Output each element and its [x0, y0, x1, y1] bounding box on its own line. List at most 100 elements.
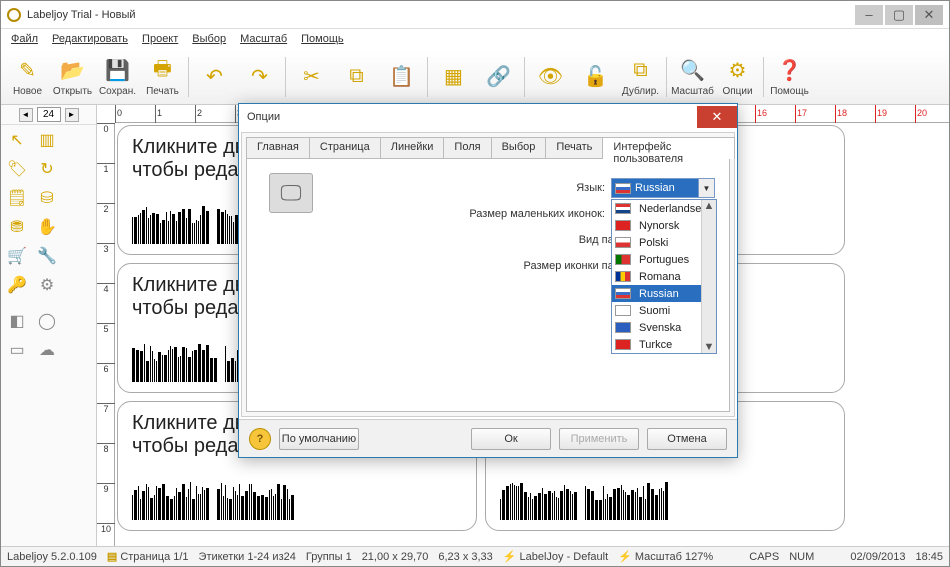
ruler-tick: 6: [97, 363, 115, 374]
toolbar-redo[interactable]: ↷: [237, 51, 282, 103]
toolbar-paste[interactable]: 📋: [379, 51, 424, 103]
tab-rulers[interactable]: Линейки: [380, 137, 445, 159]
menu-help[interactable]: Помощь: [295, 31, 350, 47]
ruler-tick: 1: [97, 163, 115, 174]
lang-option-label: Polski: [639, 237, 668, 249]
dialog-titlebar[interactable]: Опции ✕: [239, 104, 737, 130]
redo-icon: ↷: [246, 63, 274, 91]
scroll-up-icon[interactable]: ▲: [704, 200, 715, 212]
undo-icon: ↶: [201, 63, 229, 91]
titlebar: Labeljoy Trial - Новый – ▢ ✕: [1, 1, 949, 29]
chevron-down-icon[interactable]: ▼: [698, 179, 714, 197]
tool-rect-icon[interactable]: ▭: [5, 339, 29, 361]
connect-icon: 🔗: [485, 63, 513, 91]
toolbar-duplicate[interactable]: ⧉Дублир.: [618, 51, 663, 103]
menu-select[interactable]: Выбор: [186, 31, 232, 47]
menu-file[interactable]: Файл: [5, 31, 44, 47]
ruler-tick: 2: [97, 203, 115, 214]
flag-icon: [615, 288, 631, 299]
menu-edit[interactable]: Редактировать: [46, 31, 134, 47]
toolbar-undo[interactable]: ↶: [192, 51, 237, 103]
help-icon: ❓: [776, 57, 804, 85]
ruler-tick: 7: [97, 403, 115, 414]
apply-button[interactable]: Применить: [559, 428, 639, 450]
ruler-tick: 17: [795, 105, 807, 123]
tool-tag-icon[interactable]: 🏷: [5, 158, 29, 180]
tab-print[interactable]: Печать: [545, 137, 603, 159]
lang-combo[interactable]: Russian ▼ NederlandseNynorskPolskiPortug…: [611, 178, 715, 198]
toolbar-print[interactable]: 🖶Печать: [140, 51, 185, 103]
main-toolbar: ✎Новое 📂Открыть 💾Сохран. 🖶Печать ↶ ↷ ✂ ⧉…: [1, 49, 949, 105]
page-next[interactable]: ►: [65, 108, 79, 122]
tool-db-icon[interactable]: ⛁: [35, 187, 59, 209]
toolbar-selectall[interactable]: ▦: [431, 51, 476, 103]
tool-gear2-icon[interactable]: ⚙: [35, 274, 59, 296]
tool-wrench-icon[interactable]: 🔧: [35, 245, 59, 267]
lock-icon: 🔓: [582, 63, 610, 91]
ok-button[interactable]: Ок: [471, 428, 551, 450]
copy-icon: ⧉: [343, 63, 371, 91]
ruler-tick: 5: [97, 323, 115, 334]
lang-combo-value: Russian: [635, 182, 675, 194]
toolbar-preview[interactable]: 👁: [528, 51, 573, 103]
options-dialog: Опции ✕ Главная Страница Линейки Поля Вы…: [238, 103, 738, 458]
ruler-tick: 16: [755, 105, 767, 123]
app-logo-icon: [7, 8, 21, 22]
barcode: [132, 482, 209, 520]
menu-project[interactable]: Проект: [136, 31, 184, 47]
flag-icon: [615, 271, 631, 282]
tool-shape-icon[interactable]: ◧: [5, 310, 29, 332]
page-prev[interactable]: ◄: [19, 108, 33, 122]
tool-key-icon[interactable]: 🔑: [5, 274, 29, 296]
page-icon: ▤: [107, 550, 117, 563]
monitor-icon: 🖵: [269, 173, 313, 213]
bolt-icon: ⚡: [503, 550, 517, 563]
close-button[interactable]: ✕: [915, 5, 943, 25]
toolbar-lock[interactable]: 🔓: [573, 51, 618, 103]
toolbar-cut[interactable]: ✂: [289, 51, 334, 103]
toolbar-save[interactable]: 💾Сохран.: [95, 51, 140, 103]
tool-cloud-icon[interactable]: ☁: [35, 339, 59, 361]
tool-circle-icon[interactable]: ◯: [35, 310, 59, 332]
maximize-button[interactable]: ▢: [885, 5, 913, 25]
tab-margins[interactable]: Поля: [443, 137, 491, 159]
tab-page[interactable]: Страница: [309, 137, 381, 159]
dialog-close-button[interactable]: ✕: [697, 106, 737, 128]
toolbar-help[interactable]: ❓Помощь: [767, 51, 812, 103]
help-button[interactable]: ?: [249, 428, 271, 450]
page-number-input[interactable]: [37, 107, 61, 122]
tool-cursor-icon[interactable]: ↖: [5, 129, 29, 151]
lang-dropdown: NederlandseNynorskPolskiPortuguesRomanaR…: [611, 199, 717, 354]
tool-note-icon[interactable]: 🗒: [5, 187, 29, 209]
minimize-button[interactable]: –: [855, 5, 883, 25]
tool-panel: ◄ ► ↖ ▥ 🏷 ↻ 🗒 ⛁ ⛃ ✋ 🛒 🔧 🔑 ⚙ ◧ ◯ ▭ ☁: [1, 105, 97, 546]
scroll-down-icon[interactable]: ▼: [704, 341, 715, 353]
toolbar-options[interactable]: ⚙Опции: [715, 51, 760, 103]
flag-icon: [615, 305, 631, 316]
tool-hand-icon[interactable]: ✋: [35, 216, 59, 238]
tool-disk-icon[interactable]: ⛃: [5, 216, 29, 238]
eye-icon: 👁: [537, 63, 565, 91]
toolbar-zoom[interactable]: 🔍Масштаб: [670, 51, 715, 103]
toolbar-open[interactable]: 📂Открыть: [50, 51, 95, 103]
toolbar-separator: [427, 57, 428, 97]
ruler-tick: 20: [915, 105, 927, 123]
toolbar-connect[interactable]: 🔗: [476, 51, 521, 103]
status-caps: CAPS: [749, 551, 779, 563]
status-num: NUM: [789, 551, 814, 563]
defaults-button[interactable]: По умолчанию: [279, 428, 359, 450]
tab-main[interactable]: Главная: [246, 137, 310, 159]
lang-option-label: Romana: [639, 271, 681, 283]
dropdown-scrollbar[interactable]: ▲▼: [701, 200, 716, 353]
tab-select[interactable]: Выбор: [491, 137, 547, 159]
cancel-button[interactable]: Отмена: [647, 428, 727, 450]
print-icon: 🖶: [149, 57, 177, 85]
tool-turn-icon[interactable]: ↻: [35, 158, 59, 180]
ruler-tick: 10: [97, 523, 115, 534]
tool-cart-icon[interactable]: 🛒: [5, 245, 29, 267]
tool-barcode-icon[interactable]: ▥: [35, 129, 59, 151]
toolbar-copy[interactable]: ⧉: [334, 51, 379, 103]
toolbar-new[interactable]: ✎Новое: [5, 51, 50, 103]
tab-ui[interactable]: Интерфейс пользователя: [602, 137, 735, 159]
menu-zoom[interactable]: Масштаб: [234, 31, 293, 47]
